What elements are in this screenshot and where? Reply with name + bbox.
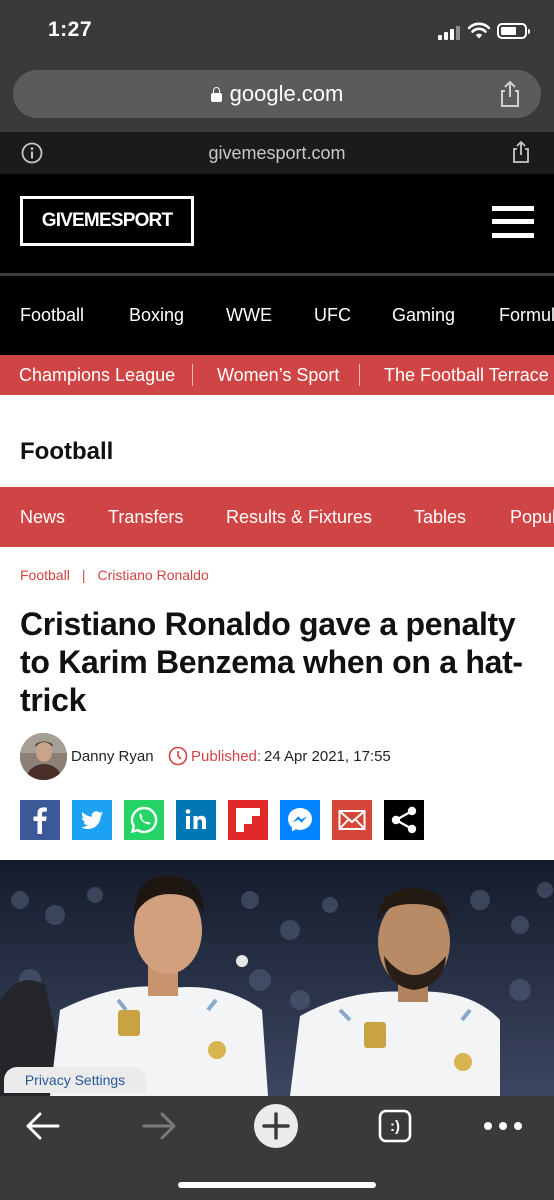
facebook-share-button[interactable] — [20, 800, 60, 840]
tab-popular[interactable]: Popul — [510, 487, 554, 547]
main-nav-gaming[interactable]: Gaming — [392, 276, 455, 355]
breadcrumb-football[interactable]: Football — [20, 567, 70, 583]
hamburger-menu-icon[interactable] — [492, 206, 534, 238]
email-icon — [338, 810, 366, 830]
main-nav-ufc[interactable]: UFC — [314, 276, 351, 355]
tabs-button[interactable]: :) — [378, 1109, 412, 1143]
whatsapp-share-button[interactable] — [124, 800, 164, 840]
privacy-settings-button[interactable]: Privacy Settings — [4, 1067, 146, 1093]
site-share-icon[interactable] — [510, 140, 532, 164]
address-bar-content[interactable]: google.com — [13, 70, 541, 118]
address-bar[interactable]: google.com — [13, 70, 541, 118]
author-avatar[interactable] — [20, 733, 67, 780]
home-indicator[interactable] — [178, 1182, 376, 1188]
main-nav: Football Boxing WWE UFC Gaming Formul — [0, 276, 554, 355]
twitter-share-button[interactable] — [72, 800, 112, 840]
more-options-icon[interactable] — [481, 1104, 525, 1148]
whatsapp-icon — [130, 806, 158, 834]
flipboard-share-button[interactable] — [228, 800, 268, 840]
forward-arrow-icon[interactable] — [137, 1104, 181, 1148]
breadcrumb-separator: | — [81, 567, 86, 583]
main-nav-formula[interactable]: Formul — [499, 276, 554, 355]
article-headline: Cristiano Ronaldo gave a penalty to Kari… — [20, 606, 523, 718]
share-nodes-icon — [391, 806, 417, 834]
sub-nav-champions-league[interactable]: Champions League — [19, 355, 175, 395]
share-icon[interactable] — [496, 80, 524, 108]
sub-nav: Champions League Women’s Sport The Footb… — [0, 355, 554, 395]
tab-news[interactable]: News — [20, 487, 65, 547]
site-logo[interactable]: GIVEMESPORT — [20, 196, 194, 246]
sub-nav-separator — [192, 364, 193, 386]
sub-nav-football-terrace[interactable]: The Football Terrace — [384, 355, 549, 395]
wifi-icon — [468, 22, 490, 39]
main-nav-wwe[interactable]: WWE — [226, 276, 272, 355]
messenger-share-button[interactable] — [280, 800, 320, 840]
published-label: Published: — [191, 748, 262, 765]
published-date: 24 Apr 2021, 17:55 — [264, 748, 391, 765]
section-tabs: News Transfers Results & Fixtures Tables… — [0, 487, 554, 547]
generic-share-button[interactable] — [384, 800, 424, 840]
linkedin-share-button[interactable] — [176, 800, 216, 840]
flipboard-icon — [236, 808, 260, 832]
author-name[interactable]: Danny Ryan — [71, 748, 154, 765]
site-host: givemesport.com — [208, 142, 346, 163]
main-nav-boxing[interactable]: Boxing — [129, 276, 184, 355]
section-title: Football — [20, 438, 114, 465]
url-text: google.com — [229, 81, 344, 106]
tab-results-fixtures[interactable]: Results & Fixtures — [226, 487, 372, 547]
clock-icon — [168, 746, 188, 766]
new-tab-plus-icon[interactable] — [254, 1104, 298, 1148]
messenger-icon — [288, 808, 312, 832]
breadcrumb: Football | Cristiano Ronaldo — [20, 567, 209, 583]
tab-transfers[interactable]: Transfers — [108, 487, 183, 547]
article-hero-image — [0, 860, 554, 1096]
linkedin-icon — [185, 809, 206, 829]
cellular-signal-icon — [438, 26, 460, 40]
status-time: 1:27 — [48, 18, 93, 41]
main-nav-football[interactable]: Football — [20, 276, 84, 355]
sub-nav-separator — [359, 364, 360, 386]
tabs-count-label: :) — [390, 1117, 400, 1135]
facebook-icon — [33, 807, 47, 834]
twitter-icon — [81, 811, 103, 829]
back-arrow-icon[interactable] — [21, 1104, 65, 1148]
sub-nav-womens-sport[interactable]: Women’s Sport — [217, 355, 339, 395]
breadcrumb-cristiano-ronaldo[interactable]: Cristiano Ronaldo — [97, 567, 208, 583]
battery-icon — [497, 23, 530, 39]
lock-icon — [210, 86, 222, 102]
email-share-button[interactable] — [332, 800, 372, 840]
tab-tables[interactable]: Tables — [414, 487, 466, 547]
